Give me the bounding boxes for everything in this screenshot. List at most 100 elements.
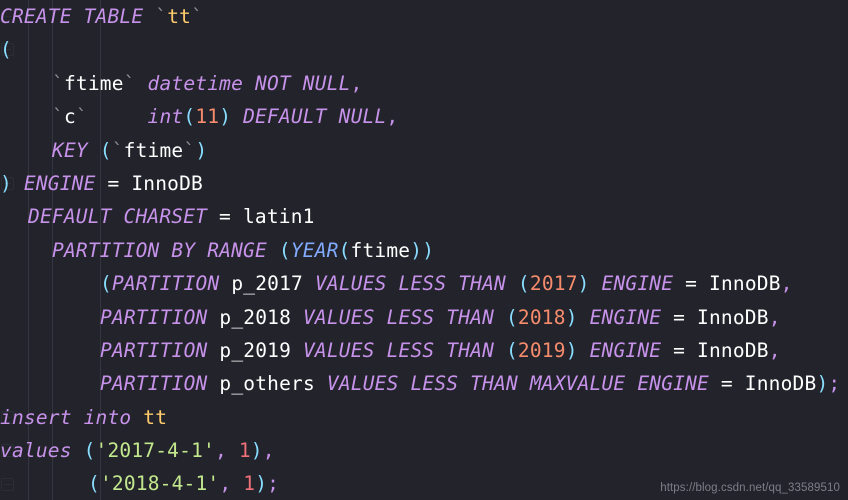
token-kw: PARTITION BY RANGE — [52, 238, 279, 262]
code-editor[interactable]: CREATE TABLE `tt`(`ftime` datetime NOT N… — [0, 0, 848, 500]
code-line[interactable]: (PARTITION p_2017 VALUES LESS THAN (2017… — [0, 267, 848, 300]
token-punc: ) — [577, 272, 602, 296]
token-plain: InnoDB — [744, 372, 817, 396]
token-plain: p_2018 — [219, 305, 292, 329]
token-kw: PARTITION — [111, 272, 232, 296]
token-num: 2019 — [517, 338, 566, 362]
token-punc: ( — [517, 272, 530, 296]
token-punc: ( — [100, 272, 112, 296]
code-line[interactable]: PARTITION p_others VALUES LESS THAN MAXV… — [0, 367, 848, 400]
token-punc: ) — [0, 171, 24, 195]
token-comma: , — [768, 305, 781, 329]
code-line[interactable]: values ('2017-4-1', 1), — [0, 434, 848, 467]
token-plain: p_others — [219, 372, 315, 396]
token-punc: ( — [505, 338, 518, 362]
code-line[interactable]: `c` int(11) DEFAULT NULL, — [0, 100, 848, 133]
token-kw: insert into — [0, 405, 144, 429]
code-line[interactable]: DEFAULT CHARSET = latin1 — [0, 200, 848, 233]
token-op: = — [95, 171, 132, 195]
token-kw: datetime NOT NULL — [147, 71, 351, 95]
token-plain: p_2017 — [231, 272, 303, 296]
token-kw: int — [147, 105, 184, 129]
token-num: 11 — [195, 105, 220, 129]
token-plain: InnoDB — [697, 305, 769, 329]
token-id: tt — [143, 405, 168, 429]
token-punc: ) — [816, 372, 829, 396]
token-tick: ` — [123, 71, 148, 95]
token-kw: PARTITION — [100, 305, 220, 329]
code-line[interactable]: ( — [0, 33, 848, 66]
token-tick: ` — [183, 138, 196, 162]
token-id: tt — [167, 5, 192, 28]
token-kw: VALUES LESS THAN — [291, 305, 506, 329]
token-punc: ( — [183, 105, 196, 129]
token-tick: ` — [191, 5, 204, 28]
token-fn: YEAR — [290, 238, 339, 262]
token-tick: ` — [52, 71, 64, 95]
token-str: '2017-4-1' — [95, 439, 215, 463]
token-kw: PARTITION — [100, 372, 220, 396]
token-plain: c — [63, 105, 76, 129]
token-kw: ENGINE — [601, 272, 674, 296]
token-comma: , — [350, 71, 363, 95]
token-kw: PARTITION — [100, 338, 220, 362]
token-kw: ENGINE — [23, 171, 96, 195]
token-punc: ) — [195, 138, 208, 162]
code-line[interactable]: `ftime` datetime NOT NULL, — [0, 67, 848, 100]
token-kw: DEFAULT CHARSET — [28, 205, 208, 229]
token-kw: DEFAULT NULL — [243, 105, 387, 129]
token-comma: , — [219, 472, 244, 496]
token-plain: InnoDB — [709, 272, 781, 296]
token-plain: InnoDB — [131, 171, 203, 195]
token-op: = — [661, 305, 698, 329]
token-plain: ftime — [350, 238, 411, 262]
token-comma: , — [386, 105, 399, 129]
watermark-url: https://blog.csdn.net/qq_33589510 — [660, 482, 840, 494]
token-punc: ( — [505, 305, 518, 329]
token-op: = — [673, 272, 709, 296]
token-punc: ) — [565, 338, 590, 362]
code-line[interactable]: insert into tt — [0, 401, 848, 434]
token-kw: ENGINE — [589, 305, 662, 329]
token-str: '2018-4-1' — [99, 472, 220, 496]
code-line[interactable]: PARTITION p_2018 VALUES LESS THAN (2018)… — [0, 301, 848, 334]
token-plain: InnoDB — [697, 338, 769, 362]
code-line[interactable]: PARTITION BY RANGE (YEAR(ftime)) — [0, 234, 848, 267]
token-kw: VALUES LESS THAN MAXVALUE ENGINE — [314, 372, 709, 396]
code-line[interactable]: PARTITION p_2019 VALUES LESS THAN (2019)… — [0, 334, 848, 367]
token-op: = — [708, 372, 745, 396]
token-num: 2018 — [517, 305, 566, 329]
token-comma: ; — [267, 472, 280, 496]
token-punc: ( — [83, 439, 96, 463]
token-kw: KEY — [52, 138, 100, 162]
token-kw: VALUES LESS THAN — [291, 338, 506, 362]
token-punc: ( — [278, 238, 291, 262]
token-punc: ( — [338, 238, 351, 262]
token-tick: ` — [155, 5, 168, 28]
token-op: = — [661, 338, 698, 362]
token-punc: ( — [0, 38, 12, 62]
token-num2: 1 — [243, 472, 256, 496]
code-line[interactable]: ) ENGINE = InnoDB — [0, 167, 848, 200]
token-plain: ftime — [123, 138, 184, 162]
token-comma: , — [214, 439, 239, 463]
code-line[interactable]: KEY (`ftime`) — [0, 134, 848, 167]
token-comma: , — [768, 338, 781, 362]
token-num: 2017 — [529, 272, 578, 296]
token-punc: ) — [255, 472, 268, 496]
code-content[interactable]: CREATE TABLE `tt`(`ftime` datetime NOT N… — [0, 0, 848, 500]
token-tick: ` — [52, 105, 64, 129]
token-comma: ; — [828, 372, 841, 396]
token-punc: ) — [250, 439, 263, 463]
token-op: = — [207, 205, 243, 229]
code-line[interactable]: CREATE TABLE `tt` — [0, 0, 848, 33]
token-kw: values — [0, 439, 84, 463]
token-plain: ftime — [63, 71, 124, 95]
token-kw: ENGINE — [589, 338, 662, 362]
token-punc: ( — [88, 472, 100, 496]
token-punc: ) — [219, 105, 244, 129]
token-kw: CREATE TABLE — [0, 5, 156, 28]
token-comma: , — [780, 272, 793, 296]
token-plain: p_2019 — [219, 338, 292, 362]
token-kw: VALUES LESS THAN — [303, 272, 518, 296]
